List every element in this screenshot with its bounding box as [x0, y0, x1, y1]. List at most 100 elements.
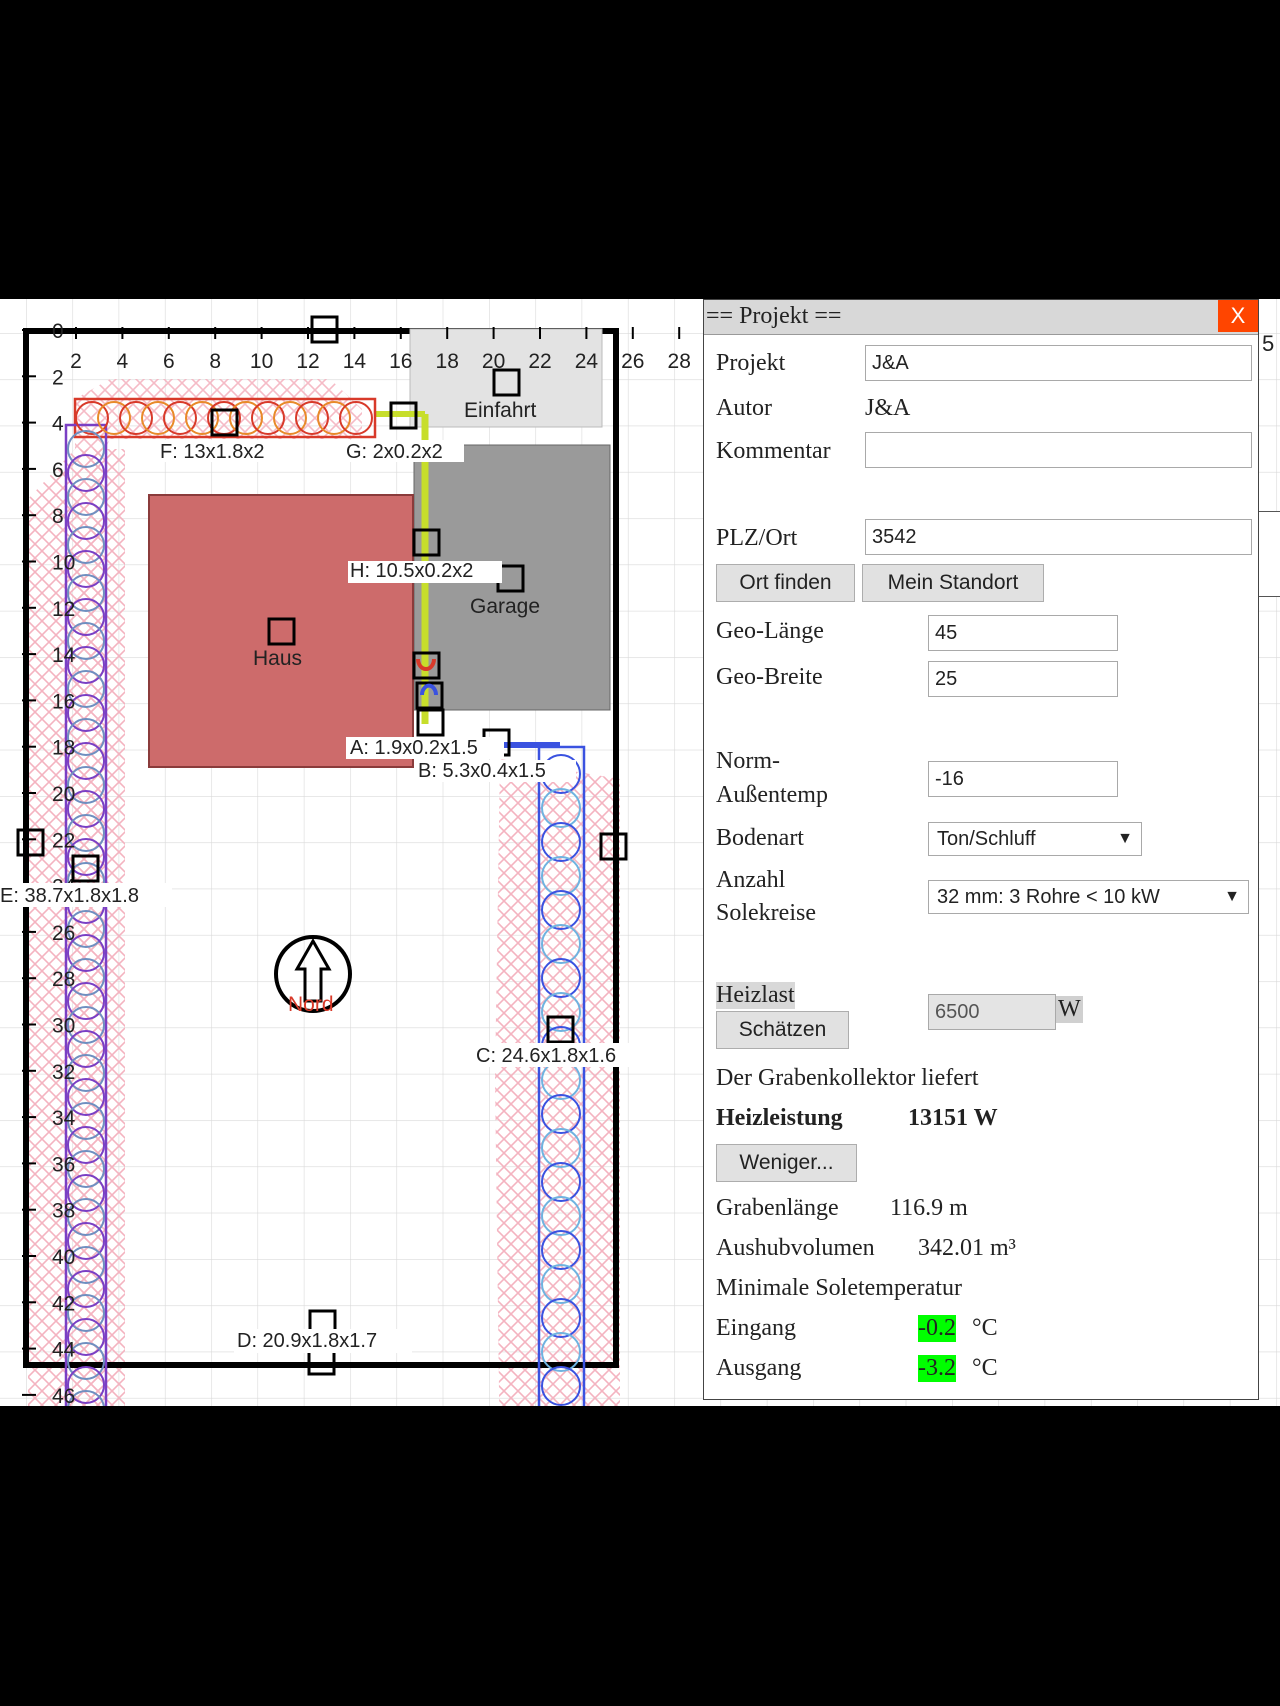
norm-temp-input[interactable]: -16 — [928, 761, 1118, 797]
y-tick-label: 0 — [52, 320, 64, 343]
label-einfahrt: Einfahrt — [464, 399, 537, 422]
eingang-unit: °C — [972, 1315, 998, 1341]
projekt-label: Projekt — [716, 350, 786, 376]
anzahl-label-2: Solekreise — [716, 900, 816, 926]
x-tick-label: 10 — [250, 350, 273, 373]
label-haus: Haus — [253, 647, 302, 670]
heizlast-input[interactable]: 6500 — [928, 994, 1056, 1030]
x-tick-label: 22 — [528, 350, 551, 373]
mein-standort-button[interactable]: Mein Standort — [862, 564, 1044, 602]
aushub-value: 342.01 m³ — [918, 1235, 1016, 1261]
x-tick-label: 6 — [163, 350, 175, 373]
x-tick-label: 8 — [209, 350, 221, 373]
x-tick-label: 12 — [296, 350, 319, 373]
y-tick-label: 36 — [52, 1153, 75, 1176]
y-tick-label: 40 — [52, 1246, 75, 1269]
x-tick-label: 18 — [436, 350, 459, 373]
y-tick-label: 10 — [52, 552, 75, 575]
y-tick-label: 20 — [52, 783, 75, 806]
plz-input[interactable]: 3542 — [865, 519, 1252, 555]
label-seg-g: G: 2x0.2x2 — [346, 441, 443, 463]
y-tick-label: 32 — [52, 1061, 75, 1084]
aushub-label: Aushubvolumen — [716, 1235, 875, 1261]
y-tick-label: 8 — [52, 505, 64, 528]
label-seg-a: A: 1.9x0.2x1.5 — [350, 737, 478, 759]
y-tick-label: 28 — [52, 968, 75, 991]
liefert-text: Der Grabenkollektor liefert — [716, 1065, 979, 1091]
y-tick-label: 44 — [52, 1339, 76, 1362]
eingang-value: -0.2 — [918, 1315, 956, 1342]
x-tick-label: 14 — [343, 350, 367, 373]
geo-laenge-label: Geo-Länge — [716, 618, 824, 644]
x-tick-label: 2 — [70, 350, 82, 373]
geo-breite-input[interactable]: 25 — [928, 661, 1118, 697]
grabenlaenge-label: Grabenlänge — [716, 1195, 839, 1221]
y-tick-label: 6 — [52, 459, 64, 482]
label-seg-d: D: 20.9x1.8x1.7 — [237, 1330, 377, 1352]
panel-titlebar[interactable]: == Projekt == X — [704, 300, 1258, 335]
solekreise-select[interactable]: 32 mm: 3 Rohre < 10 kW ▼ — [928, 880, 1249, 914]
autor-label: Autor — [716, 395, 772, 421]
kommentar-label: Kommentar — [716, 438, 831, 464]
label-seg-b: B: 5.3x0.4x1.5 — [418, 760, 546, 782]
y-tick-label: 2 — [52, 366, 64, 389]
geo-laenge-input[interactable]: 45 — [928, 615, 1118, 651]
projekt-input[interactable]: J&A — [865, 345, 1252, 381]
label-seg-h: H: 10.5x0.2x2 — [350, 560, 473, 582]
y-tick-label: 14 — [52, 644, 76, 667]
background-ruler-edge: 5 — [1262, 331, 1275, 356]
y-tick-label: 38 — [52, 1200, 75, 1223]
chevron-down-icon: ▼ — [1224, 888, 1240, 905]
x-tick-label: 4 — [117, 350, 129, 373]
heizlast-label: Heizlast — [716, 982, 795, 1009]
label-garage: Garage — [470, 595, 540, 618]
weniger-button[interactable]: Weniger... — [716, 1144, 857, 1182]
y-tick-label: 26 — [52, 922, 75, 945]
y-tick-label: 30 — [52, 1015, 75, 1038]
grabenlaenge-value: 116.9 m — [890, 1195, 968, 1221]
bodenart-label: Bodenart — [716, 825, 804, 851]
norm-label-1: Norm- — [716, 748, 780, 774]
heizleistung-value: 13151 W — [908, 1105, 998, 1131]
close-button[interactable]: X — [1218, 300, 1258, 332]
norm-label-2: Außentemp — [716, 782, 828, 808]
anzahl-label-1: Anzahl — [716, 867, 786, 893]
min-sole-label: Minimale Soletemperatur — [716, 1275, 962, 1301]
geo-breite-label: Geo-Breite — [716, 664, 823, 690]
x-tick-label: 16 — [389, 350, 412, 373]
bodenart-selected: Ton/Schluff — [937, 828, 1036, 850]
y-tick-label: 18 — [52, 737, 75, 760]
ausgang-unit: °C — [972, 1355, 998, 1381]
x-tick-label: 28 — [668, 350, 691, 373]
label-nord: Nord — [288, 993, 334, 1016]
y-tick-label: 46 — [52, 1385, 75, 1406]
y-tick-label: 16 — [52, 690, 75, 713]
panel-title: == Projekt == — [706, 303, 842, 329]
chevron-down-icon: ▼ — [1117, 830, 1133, 847]
schaetzen-button[interactable]: Schätzen — [716, 1011, 849, 1049]
solekreise-selected: 32 mm: 3 Rohre < 10 kW — [937, 886, 1160, 908]
heizleistung-label: Heizleistung — [716, 1105, 843, 1131]
heizlast-unit: W — [1056, 996, 1083, 1023]
y-tick-label: 4 — [52, 413, 64, 436]
y-tick-label: 34 — [52, 1107, 76, 1130]
ausgang-label: Ausgang — [716, 1355, 802, 1381]
autor-value: J&A — [865, 395, 911, 421]
label-seg-c: C: 24.6x1.8x1.6 — [476, 1045, 616, 1067]
ort-finden-button[interactable]: Ort finden — [716, 564, 855, 602]
y-tick-label: 22 — [52, 829, 75, 852]
eingang-label: Eingang — [716, 1315, 796, 1341]
bodenart-select[interactable]: Ton/Schluff ▼ — [928, 822, 1142, 856]
project-panel: == Projekt == X Projekt J&A Autor J&A Ko… — [703, 299, 1259, 1400]
house-area — [148, 494, 414, 768]
kommentar-input[interactable] — [865, 432, 1252, 468]
x-tick-label: 24 — [575, 350, 599, 373]
screen-area: 2 4 6 8 10 12 14 16 18 20 22 24 26 28 0 2 4 6 8 10 12 14 16 18… — [0, 299, 1280, 1406]
label-seg-e: E: 38.7x1.8x1.8 — [0, 885, 139, 907]
y-tick-label: 42 — [52, 1292, 75, 1315]
label-seg-f: F: 13x1.8x2 — [160, 441, 265, 463]
ausgang-value: -3.2 — [918, 1355, 956, 1382]
y-tick-label: 12 — [52, 598, 75, 621]
background-widget-edge — [1258, 511, 1280, 597]
plz-label: PLZ/Ort — [716, 525, 798, 551]
